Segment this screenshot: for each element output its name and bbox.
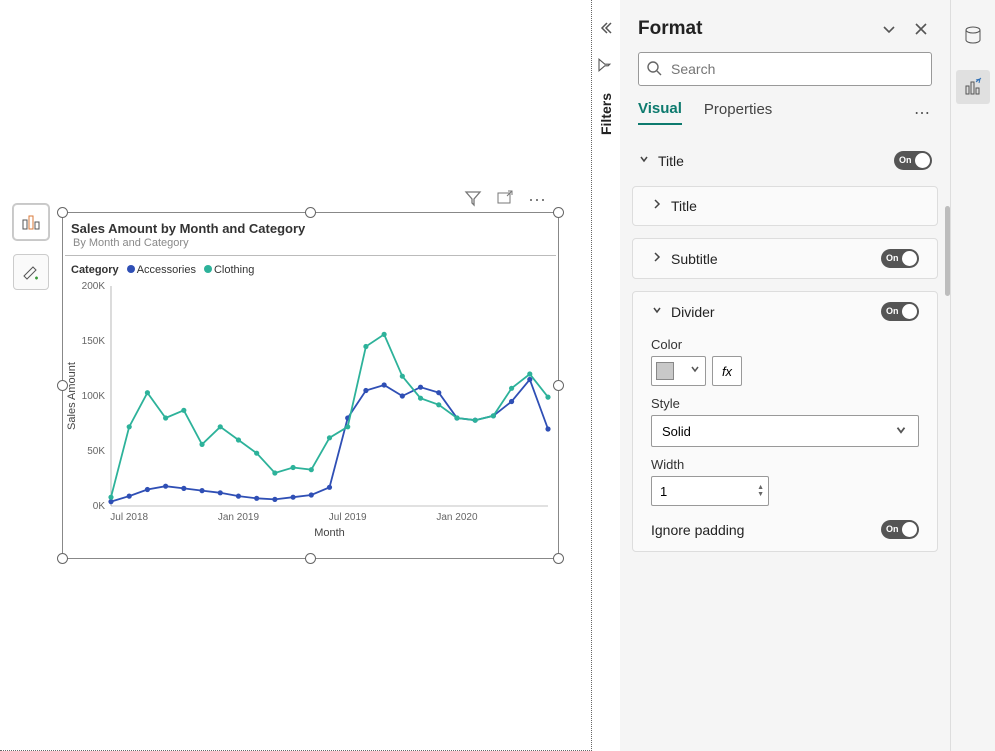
- width-label: Width: [651, 457, 919, 472]
- svg-text:Jul 2019: Jul 2019: [329, 512, 367, 523]
- fx-button[interactable]: fx: [712, 356, 742, 386]
- svg-text:Jul 2018: Jul 2018: [110, 512, 148, 523]
- right-rail: [950, 0, 995, 751]
- filter-icon: [596, 58, 616, 73]
- filters-pane-collapsed[interactable]: Filters: [592, 0, 620, 751]
- chevron-down-icon: [894, 423, 908, 440]
- svg-text:50K: 50K: [87, 446, 105, 457]
- section-title-inner[interactable]: Title: [633, 187, 937, 225]
- chevron-down-icon[interactable]: [878, 18, 900, 40]
- format-pane-title: Format: [638, 18, 868, 40]
- svg-text:0K: 0K: [93, 501, 106, 512]
- chevron-right-icon: [651, 250, 665, 268]
- format-pane-icon[interactable]: [956, 70, 990, 104]
- ignore-padding-toggle[interactable]: On: [881, 520, 919, 539]
- svg-text:100K: 100K: [82, 391, 106, 402]
- svg-text:Month: Month: [314, 527, 345, 539]
- divider-toggle[interactable]: On: [881, 302, 919, 321]
- style-select[interactable]: Solid: [651, 415, 919, 447]
- spinner-arrows[interactable]: ▲▼: [757, 484, 764, 498]
- color-picker[interactable]: [651, 356, 706, 386]
- chevron-down-icon: [651, 303, 665, 321]
- chart-visual[interactable]: Sales Amount by Month and Category By Mo…: [62, 212, 559, 559]
- search-icon: [646, 60, 662, 81]
- chevron-right-icon: [651, 197, 665, 215]
- title-toggle[interactable]: On: [894, 151, 932, 170]
- width-spinner[interactable]: 1 ▲▼: [651, 476, 769, 506]
- visualizations-button[interactable]: [13, 204, 49, 240]
- chart-subtitle: By Month and Category: [65, 237, 556, 256]
- svg-text:150K: 150K: [82, 336, 106, 347]
- resize-handle[interactable]: [305, 553, 316, 564]
- resize-handle[interactable]: [305, 207, 316, 218]
- data-pane-icon[interactable]: [956, 18, 990, 52]
- section-title[interactable]: Title On: [620, 141, 950, 180]
- svg-text:Sales Amount: Sales Amount: [66, 362, 78, 430]
- report-canvas[interactable]: ⋯ Sales Amount by Month and Category By …: [0, 0, 592, 751]
- color-swatch: [656, 362, 674, 380]
- section-subtitle[interactable]: Subtitle On: [633, 239, 937, 278]
- style-label: Style: [651, 396, 919, 411]
- chart-legend: Category AccessoriesClothing: [63, 260, 558, 280]
- resize-handle[interactable]: [57, 553, 68, 564]
- search-input[interactable]: [638, 52, 932, 86]
- close-icon[interactable]: [910, 18, 932, 40]
- chevron-down-icon: [689, 362, 701, 380]
- more-options-icon[interactable]: ⋯: [528, 190, 547, 211]
- filters-label: Filters: [598, 93, 614, 135]
- expand-filters-icon[interactable]: [598, 20, 614, 41]
- resize-handle[interactable]: [553, 553, 564, 564]
- more-icon[interactable]: ⋯: [914, 103, 932, 123]
- focus-mode-icon[interactable]: [496, 189, 514, 212]
- subtitle-toggle[interactable]: On: [881, 249, 919, 268]
- resize-handle[interactable]: [553, 207, 564, 218]
- tab-visual[interactable]: Visual: [638, 100, 682, 125]
- svg-text:Jan 2020: Jan 2020: [436, 512, 478, 523]
- color-label: Color: [651, 337, 919, 352]
- tab-properties[interactable]: Properties: [704, 101, 772, 124]
- scrollbar-thumb[interactable]: [945, 206, 950, 296]
- ignore-padding-row: Ignore padding On: [633, 510, 937, 551]
- svg-text:200K: 200K: [82, 281, 106, 292]
- chevron-down-icon: [638, 152, 652, 170]
- filter-icon[interactable]: [464, 189, 482, 212]
- svg-text:Jan 2019: Jan 2019: [218, 512, 260, 523]
- section-divider[interactable]: Divider On: [633, 292, 937, 331]
- format-button[interactable]: [13, 254, 49, 290]
- resize-handle[interactable]: [57, 207, 68, 218]
- format-pane: Format Visual Properties ⋯ Title On Titl…: [620, 0, 950, 751]
